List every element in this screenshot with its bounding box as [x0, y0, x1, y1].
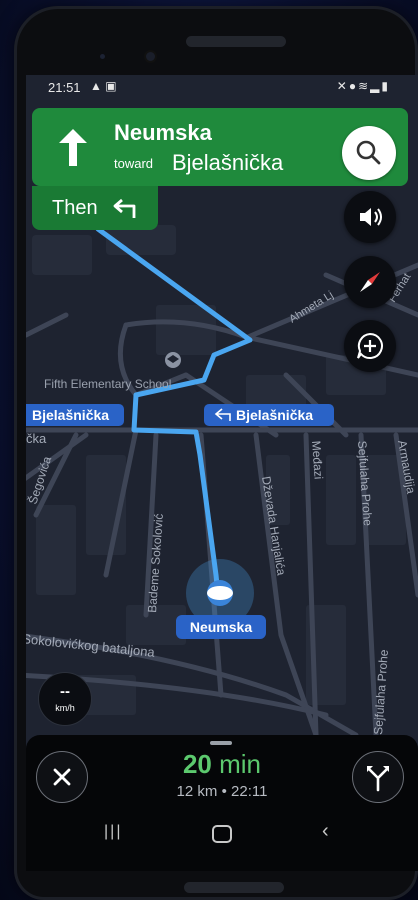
proximity-sensor [100, 54, 105, 59]
compass-icon [360, 272, 380, 292]
status-bar: 21:51 ▲ ▣ ✕●≋▂▮ [26, 75, 418, 99]
trip-distance: 12 km [176, 783, 218, 800]
system-navigation-bar: ||| ‹ [26, 817, 418, 847]
back-icon[interactable]: ‹ [322, 820, 329, 843]
status-left-icons: ▲ ▣ [90, 79, 117, 93]
school-icon [165, 352, 181, 368]
wifi-icon: ≋ [358, 79, 371, 93]
panel-drag-handle[interactable] [210, 741, 232, 745]
trip-panel[interactable]: 20 min 12 km • 22:11 ||| ‹ [26, 735, 418, 871]
arrival-time: 22:11 [231, 783, 268, 800]
map-label-bjelasnicka-right: Bjelašnička [236, 407, 313, 423]
sound-button[interactable] [344, 191, 396, 243]
volume-icon [360, 208, 382, 226]
signal-icon: ▂ [370, 79, 382, 93]
route-fork-icon [367, 766, 389, 792]
map-label-medjazi: Međazi [309, 440, 326, 480]
map-label-cka: čka [26, 431, 47, 446]
navigation-icon: ▲ [90, 79, 102, 93]
mute-icon: ✕ [336, 79, 349, 93]
home-icon[interactable] [212, 825, 232, 843]
front-camera [146, 52, 155, 61]
phone-screen: Fifth Elementary School Bjelašnička Bjel… [26, 75, 418, 871]
phone-bottom-bezel [184, 882, 284, 893]
straight-arrow-icon [59, 129, 87, 166]
current-street-label: Neumska [190, 619, 252, 635]
location-icon: ● [348, 79, 359, 93]
then-label: Then [52, 197, 98, 219]
current-street: Neumska [114, 120, 212, 145]
then-card[interactable]: Then [32, 186, 158, 230]
add-report-icon [357, 332, 383, 359]
search-button[interactable] [342, 126, 396, 180]
image-icon: ▣ [105, 79, 117, 93]
turn-left-icon [113, 198, 136, 218]
map-label-bjelasnicka-left: Bjelašnička [32, 407, 109, 423]
eta-minutes-unit: min [219, 749, 262, 779]
speed-unit: km/h [55, 703, 75, 713]
map-label-school: Fifth Elementary School [44, 377, 171, 391]
battery-icon: ▮ [381, 79, 390, 93]
alternate-routes-button[interactable] [352, 751, 404, 803]
status-right-icons: ✕●≋▂▮ [337, 79, 390, 93]
speedometer: -- km/h [38, 672, 92, 726]
recent-apps-icon[interactable]: ||| [104, 823, 122, 841]
status-time: 21:51 [48, 80, 81, 95]
search-icon [356, 140, 381, 165]
add-report-button[interactable] [344, 320, 396, 372]
toward-street: Bjelašnička [172, 150, 284, 175]
toward-label: toward [114, 156, 154, 171]
compass-button[interactable] [344, 256, 396, 308]
speed-value: -- [60, 683, 70, 700]
eta-minutes: 20 [182, 749, 212, 779]
trip-separator: • [221, 783, 227, 800]
earpiece [186, 36, 286, 47]
